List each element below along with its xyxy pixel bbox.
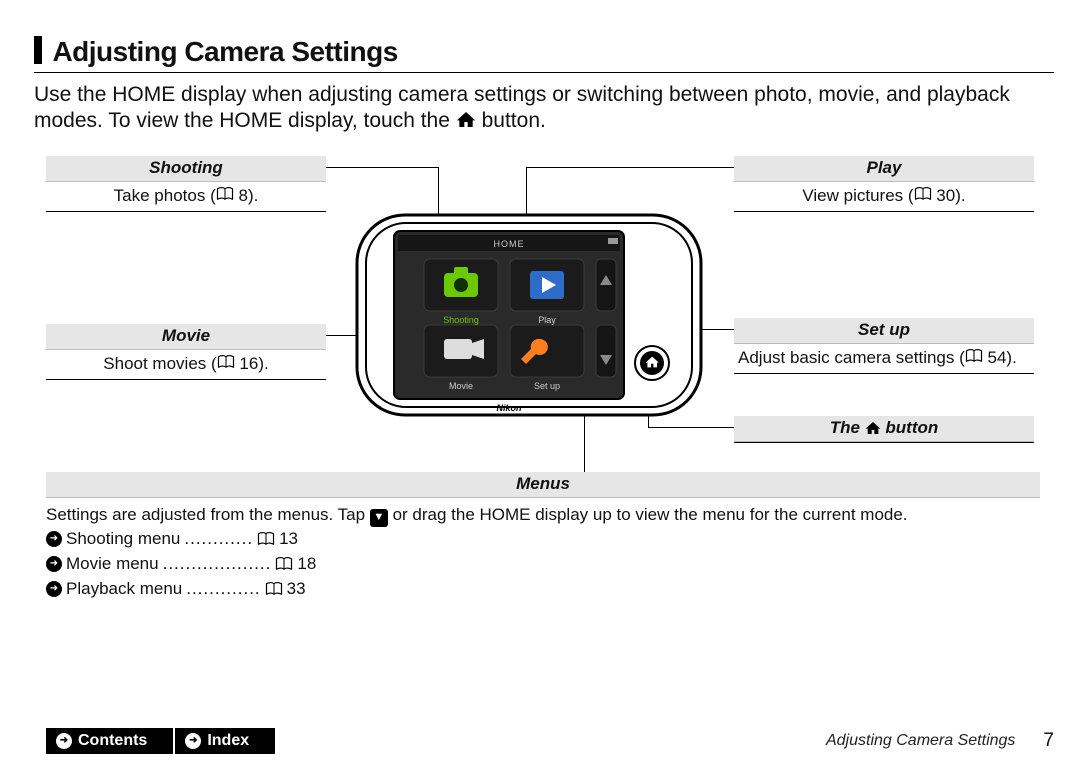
callout-movie-page: 16 <box>239 354 258 373</box>
callout-setup-page: 54 <box>988 348 1007 367</box>
callout-play-after: ). <box>955 186 965 205</box>
intro-paragraph: Use the HOME display when adjusting came… <box>34 82 1050 135</box>
footer-contents-label: Contents <box>78 732 147 750</box>
device-svg: HOME <box>354 195 704 425</box>
callout-shooting-body: Take photos ( 8). <box>46 182 326 212</box>
leader-line <box>526 167 734 168</box>
callout-movie: Movie Shoot movies ( 16). <box>46 324 326 380</box>
callout-setup-title: Set up <box>734 318 1034 344</box>
book-icon <box>914 187 932 201</box>
page-footer: ➜ Contents ➜ Index Adjusting Camera Sett… <box>46 728 1054 754</box>
menus-intro-pre: Settings are adjusted from the menus. Ta… <box>46 505 370 524</box>
leader-dots: ............ <box>184 528 253 551</box>
leader-line <box>648 427 734 428</box>
device-item-movie: Movie <box>449 381 473 391</box>
footer-section-title: Adjusting Camera Settings <box>826 732 1015 750</box>
callout-play-pre: View pictures ( <box>802 186 913 205</box>
device-home-label: HOME <box>494 239 525 249</box>
arrow-right-icon: ➜ <box>46 531 62 547</box>
menu-link-label: Shooting menu <box>66 528 180 551</box>
callout-play-title: Play <box>734 156 1034 182</box>
footer-page-number: 7 <box>1043 730 1054 752</box>
callout-play-body: View pictures ( 30). <box>734 182 1034 212</box>
arrow-right-icon: ➜ <box>46 581 62 597</box>
arrow-right-icon: ➜ <box>46 556 62 572</box>
manual-page: Adjusting Camera Settings Use the HOME d… <box>0 0 1080 766</box>
callout-shooting: Shooting Take photos ( 8). <box>46 156 326 212</box>
callout-shooting-title: Shooting <box>46 156 326 182</box>
book-icon <box>257 532 275 546</box>
menus-intro-post: or drag the HOME display up to view the … <box>393 505 908 524</box>
menu-link-page: 33 <box>287 578 306 601</box>
heading-text: Adjusting Camera Settings <box>52 36 397 67</box>
callout-home-button-title: The button <box>734 416 1034 442</box>
callout-setup-after: ). <box>1006 348 1016 367</box>
intro-text-2: button. <box>482 109 546 132</box>
callout-movie-after: ). <box>258 354 268 373</box>
callout-shooting-pre: Take photos ( <box>114 186 216 205</box>
menus-intro: Settings are adjusted from the menus. Ta… <box>46 504 1040 527</box>
menu-link-page: 13 <box>279 528 298 551</box>
footer-index-label: Index <box>207 732 249 750</box>
heading-accent-bar <box>34 36 42 64</box>
book-icon <box>217 355 235 369</box>
section-heading: Adjusting Camera Settings <box>34 36 1054 73</box>
callout-movie-body: Shoot movies ( 16). <box>46 350 326 380</box>
camera-back-illustration: HOME <box>354 195 704 425</box>
home-icon <box>865 421 881 435</box>
device-item-shooting: Shooting <box>443 315 479 325</box>
menu-link-label: Playback menu <box>66 578 182 601</box>
down-arrow-icon: ▼ <box>370 509 388 527</box>
device-item-play: Play <box>538 315 556 325</box>
menu-link-movie[interactable]: ➜ Movie menu ................... 18 <box>46 552 1040 577</box>
callout-movie-title: Movie <box>46 324 326 350</box>
callout-shooting-after: ). <box>248 186 258 205</box>
book-icon <box>275 557 293 571</box>
heading-rule <box>34 72 1054 73</box>
callout-setup-body: Adjust basic camera settings ( 54). <box>734 344 1034 374</box>
menu-link-shooting[interactable]: ➜ Shooting menu ............ 13 <box>46 527 1040 552</box>
callout-movie-pre: Shoot movies ( <box>103 354 216 373</box>
device-item-setup: Set up <box>534 381 560 391</box>
callout-homebtn-post: button <box>885 418 938 437</box>
callout-home-button: The button <box>734 416 1034 443</box>
callout-shooting-page: 8 <box>238 186 247 205</box>
leader-dots: ............. <box>186 578 260 601</box>
menu-link-playback[interactable]: ➜ Playback menu ............. 33 <box>46 577 1040 602</box>
callout-homebtn-pre: The <box>830 418 865 437</box>
leader-dots: ................... <box>163 553 272 576</box>
menus-section: Menus Settings are adjusted from the men… <box>46 472 1040 602</box>
callout-play-page: 30 <box>936 186 955 205</box>
callout-setup-pre: Adjust basic camera settings ( <box>738 348 965 367</box>
home-icon <box>456 111 476 128</box>
arrow-right-icon: ➜ <box>185 733 201 749</box>
book-icon <box>216 187 234 201</box>
menu-link-label: Movie menu <box>66 553 159 576</box>
callout-setup: Set up Adjust basic camera settings ( 54… <box>734 318 1034 374</box>
menu-link-page: 18 <box>297 553 316 576</box>
footer-right: Adjusting Camera Settings 7 <box>826 730 1054 752</box>
book-icon <box>265 582 283 596</box>
footer-index-button[interactable]: ➜ Index <box>175 728 275 754</box>
menus-body: Settings are adjusted from the menus. Ta… <box>46 498 1040 602</box>
device-brand: Nikon <box>496 403 522 413</box>
book-icon <box>965 349 983 363</box>
footer-contents-button[interactable]: ➜ Contents <box>46 728 173 754</box>
leader-line <box>326 167 438 168</box>
arrow-right-icon: ➜ <box>56 733 72 749</box>
callout-play: Play View pictures ( 30). <box>734 156 1034 212</box>
menus-header: Menus <box>46 472 1040 498</box>
